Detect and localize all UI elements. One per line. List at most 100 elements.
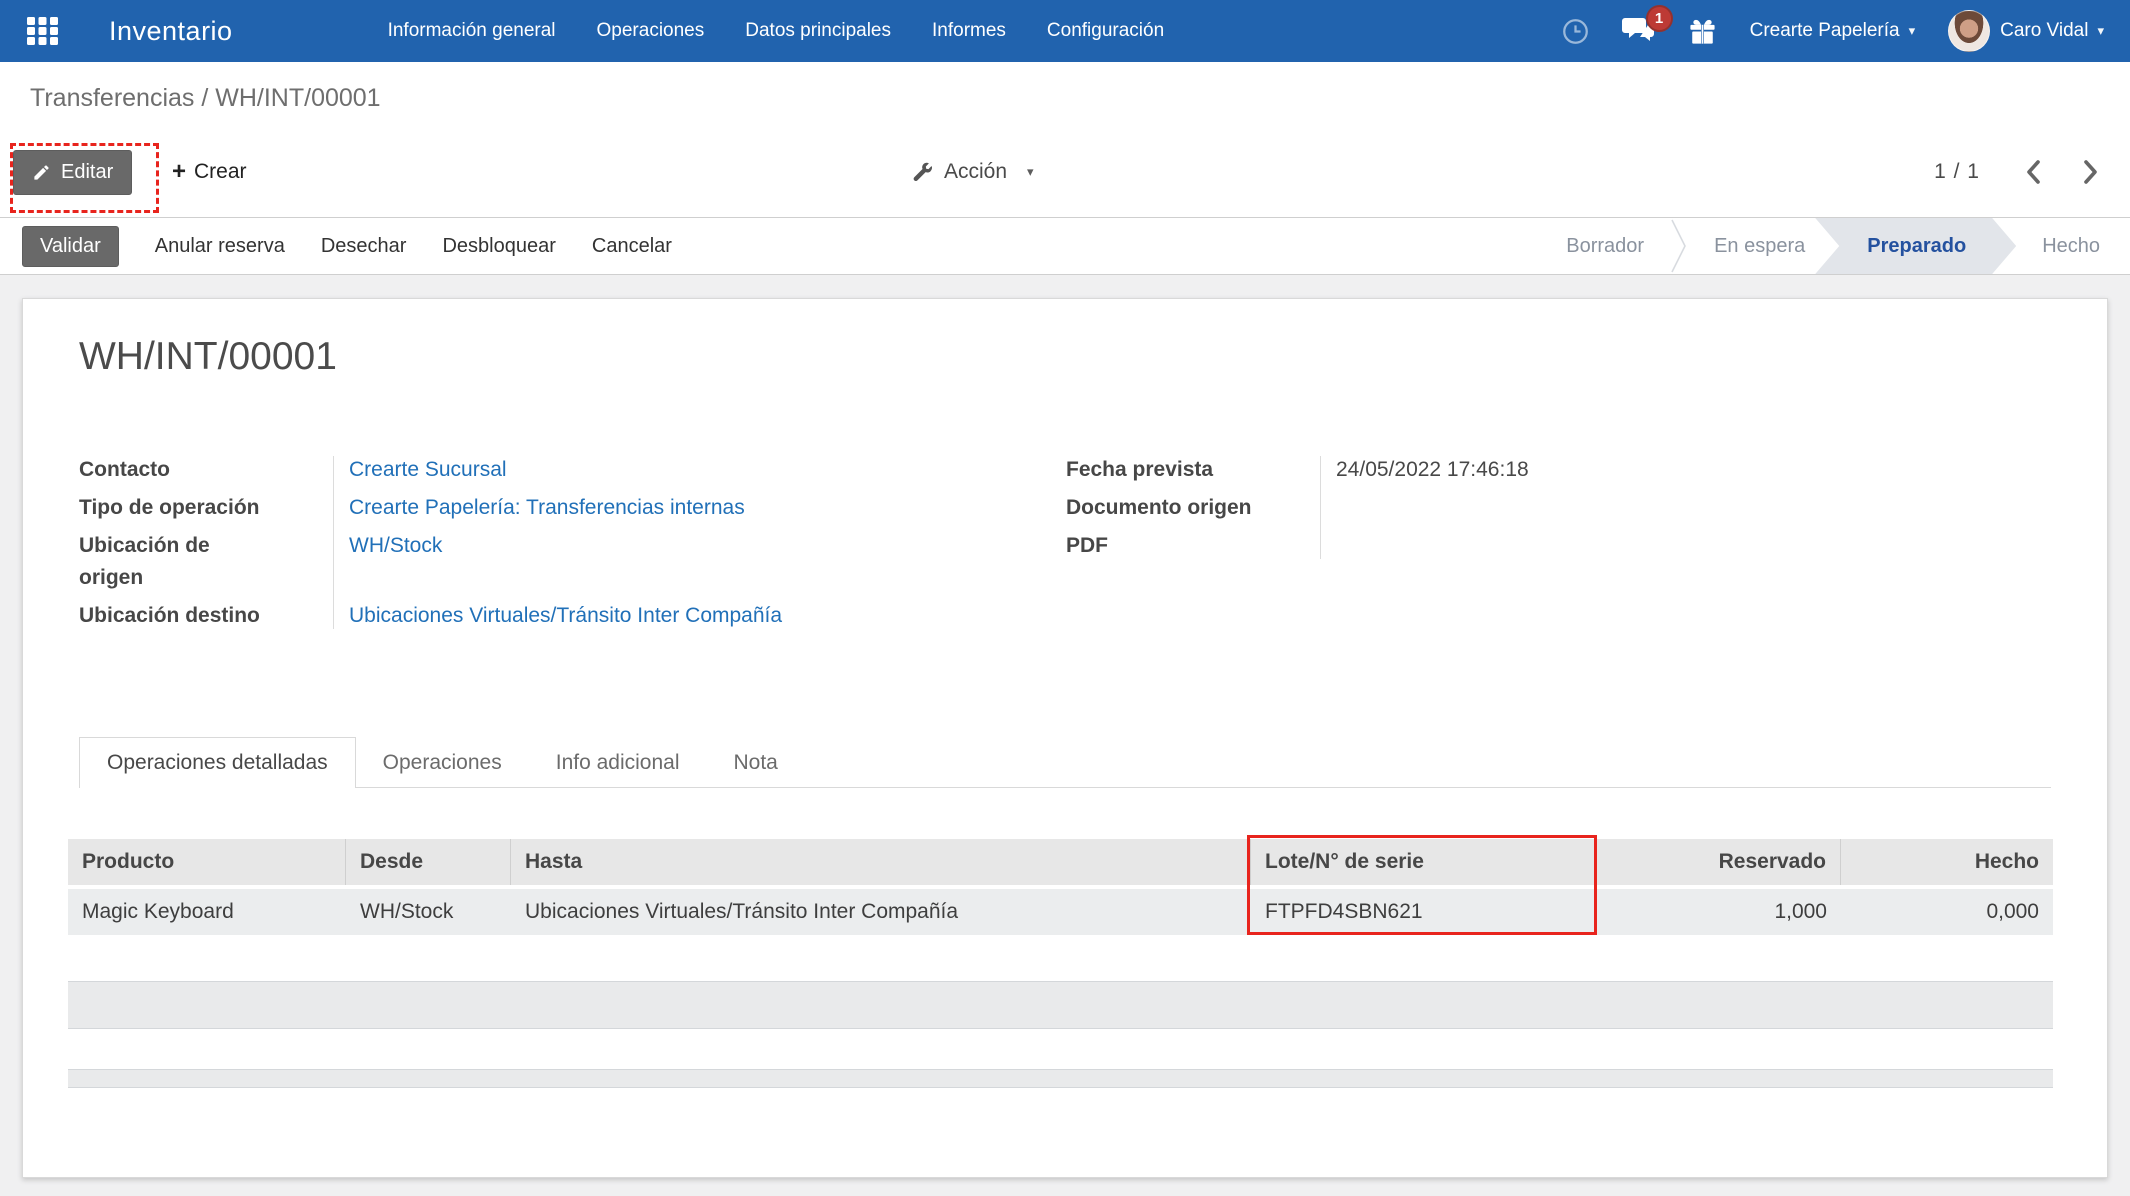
col-header-desde[interactable]: Desde <box>346 839 511 885</box>
field-group-left: Contacto Crearte Sucursal Tipo de operac… <box>79 451 1024 635</box>
activities-clock-icon[interactable] <box>1562 18 1589 45</box>
wrench-icon <box>912 162 933 183</box>
chevron-down-icon: ▾ <box>1908 23 1916 38</box>
user-menu[interactable]: Caro Vidal ▾ <box>1948 10 2104 52</box>
statusbar-buttons: Validar Anular reserva Desechar Desbloqu… <box>22 225 672 267</box>
col-header-lote-serie[interactable]: Lote/N° de serie <box>1251 839 1596 885</box>
cancel-button[interactable]: Cancelar <box>592 235 672 258</box>
edit-button-wrap: Editar <box>13 150 133 195</box>
status-pipeline: Borrador En espera Preparado Hecho <box>1540 218 2126 274</box>
field-value-ubicacion-origen-link[interactable]: WH/Stock <box>349 534 442 557</box>
stage-separator-icon <box>1670 218 1688 274</box>
cell-hasta[interactable]: Ubicaciones Virtuales/Tránsito Inter Com… <box>511 889 1251 935</box>
field-ubicacion-destino: Ubicación destino Ubicaciones Virtuales/… <box>79 597 1024 635</box>
field-value-pdf <box>1320 530 1336 562</box>
gift-icon[interactable] <box>1688 17 1717 46</box>
field-value-contacto-link[interactable]: Crearte Sucursal <box>349 458 507 481</box>
field-label-ubicacion-destino: Ubicación destino <box>79 604 260 627</box>
pager: 1 / 1 <box>1934 158 2100 186</box>
control-panel: Transferencias / WH/INT/00001 Editar + C… <box>0 62 2130 217</box>
apps-grid-icon[interactable] <box>26 16 59 46</box>
company-switcher[interactable]: Crearte Papelería ▾ <box>1750 20 1916 42</box>
field-label-tipo-operacion: Tipo de operación <box>79 496 260 519</box>
breadcrumb[interactable]: Transferencias / WH/INT/00001 <box>30 84 381 113</box>
pager-next-icon[interactable] <box>2082 158 2100 186</box>
record-title: WH/INT/00001 <box>79 335 337 378</box>
field-documento-origen: Documento origen <box>1066 489 2011 527</box>
tab-operaciones-detalladas[interactable]: Operaciones detalladas <box>79 737 356 788</box>
label-separator <box>1320 456 1321 559</box>
menu-datos-principales[interactable]: Datos principales <box>745 20 891 42</box>
field-label-ubicacion-origen: Ubicación de origen <box>79 534 210 589</box>
menu-configuracion[interactable]: Configuración <box>1047 20 1164 42</box>
col-header-reservado[interactable]: Reservado <box>1596 839 1841 885</box>
stage-hecho[interactable]: Hecho <box>2016 218 2126 274</box>
menu-informacion-general[interactable]: Información general <box>388 20 556 42</box>
menu-operaciones[interactable]: Operaciones <box>597 20 705 42</box>
create-button[interactable]: + Crear <box>172 160 247 184</box>
action-menu-label: Acción <box>944 160 1008 183</box>
stage-borrador[interactable]: Borrador <box>1540 218 1670 274</box>
tab-info-adicional[interactable]: Info adicional <box>529 737 707 788</box>
chevron-down-icon: ▾ <box>2097 23 2104 38</box>
unlock-button[interactable]: Desbloquear <box>442 235 555 258</box>
field-value-tipo-operacion-link[interactable]: Crearte Papelería: Transferencias intern… <box>349 496 745 519</box>
create-button-label: Crear <box>194 160 247 183</box>
chevron-down-icon: ▾ <box>1027 164 1034 179</box>
edit-button[interactable]: Editar <box>13 150 133 195</box>
scrap-button[interactable]: Desechar <box>321 235 407 258</box>
table-header-row: Producto Desde Hasta Lote/N° de serie Re… <box>68 839 2053 885</box>
messages-chat-icon[interactable]: 1 <box>1621 4 1673 46</box>
top-navbar: Inventario Información general Operacion… <box>0 0 2130 62</box>
pager-previous-icon[interactable] <box>2024 158 2042 186</box>
field-group-right: Fecha prevista 24/05/2022 17:46:18 Docum… <box>1066 451 2011 565</box>
company-name: Crearte Papelería <box>1749 20 1900 41</box>
pager-value: 1 / 1 <box>1934 160 1980 183</box>
app-title[interactable]: Inventario <box>109 16 233 47</box>
field-value-fecha-prevista: 24/05/2022 17:46:18 <box>1336 458 1529 481</box>
action-menu-button[interactable]: Acción ▾ <box>912 160 1034 184</box>
plus-icon: + <box>172 158 187 185</box>
notebook-tabs: Operaciones detalladas Operaciones Info … <box>79 737 2051 788</box>
field-label-contacto: Contacto <box>79 458 170 481</box>
cell-hecho[interactable]: 0,000 <box>1841 889 2053 935</box>
form-sheet: WH/INT/00001 Contacto Crearte Sucursal T… <box>22 298 2108 1178</box>
tab-operaciones[interactable]: Operaciones <box>356 737 529 788</box>
field-label-pdf: PDF <box>1066 534 1108 557</box>
cell-lote-serie[interactable]: FTPFD4SBN621 <box>1251 889 1596 935</box>
pencil-icon <box>32 163 51 182</box>
main-menu: Información general Operaciones Datos pr… <box>388 20 1165 42</box>
tab-nota[interactable]: Nota <box>707 737 805 788</box>
validate-button[interactable]: Validar <box>22 225 119 267</box>
field-value-ubicacion-destino-link[interactable]: Ubicaciones Virtuales/Tránsito Inter Com… <box>349 604 782 627</box>
menu-informes[interactable]: Informes <box>932 20 1006 42</box>
operations-table: Producto Desde Hasta Lote/N° de serie Re… <box>68 839 2053 935</box>
field-pdf: PDF <box>1066 527 2011 565</box>
field-ubicacion-origen: Ubicación de origen WH/Stock <box>79 527 1024 597</box>
field-label-documento-origen: Documento origen <box>1066 496 1252 519</box>
col-header-producto[interactable]: Producto <box>68 839 346 885</box>
field-value-documento-origen <box>1320 492 1336 524</box>
col-header-hecho[interactable]: Hecho <box>1841 839 2053 885</box>
stage-en-espera[interactable]: En espera <box>1688 218 1831 274</box>
unreserve-button[interactable]: Anular reserva <box>155 235 285 258</box>
edit-button-label: Editar <box>61 161 114 183</box>
table-row[interactable]: Magic Keyboard WH/Stock Ubicaciones Virt… <box>68 889 2053 935</box>
message-count-badge: 1 <box>1645 4 1673 32</box>
stage-preparado-active[interactable]: Preparado <box>1815 218 2016 274</box>
col-header-hasta[interactable]: Hasta <box>511 839 1251 885</box>
empty-row-band <box>68 981 2053 1029</box>
cell-desde[interactable]: WH/Stock <box>346 889 511 935</box>
empty-row-band <box>68 1069 2053 1088</box>
field-label-fecha-prevista: Fecha prevista <box>1066 458 1214 481</box>
field-contacto: Contacto Crearte Sucursal <box>79 451 1024 489</box>
navbar-systray: 1 Crearte Papelería ▾ Caro Vidal ▾ <box>1562 4 2104 52</box>
cell-reservado[interactable]: 1,000 <box>1596 889 1841 935</box>
field-tipo-operacion: Tipo de operación Crearte Papelería: Tra… <box>79 489 1024 527</box>
label-separator <box>333 456 334 629</box>
user-avatar <box>1948 10 1991 52</box>
cell-producto[interactable]: Magic Keyboard <box>68 889 346 935</box>
field-fecha-prevista: Fecha prevista 24/05/2022 17:46:18 <box>1066 451 2011 489</box>
statusbar: Validar Anular reserva Desechar Desbloqu… <box>0 217 2130 275</box>
content-area: WH/INT/00001 Contacto Crearte Sucursal T… <box>0 275 2130 1196</box>
